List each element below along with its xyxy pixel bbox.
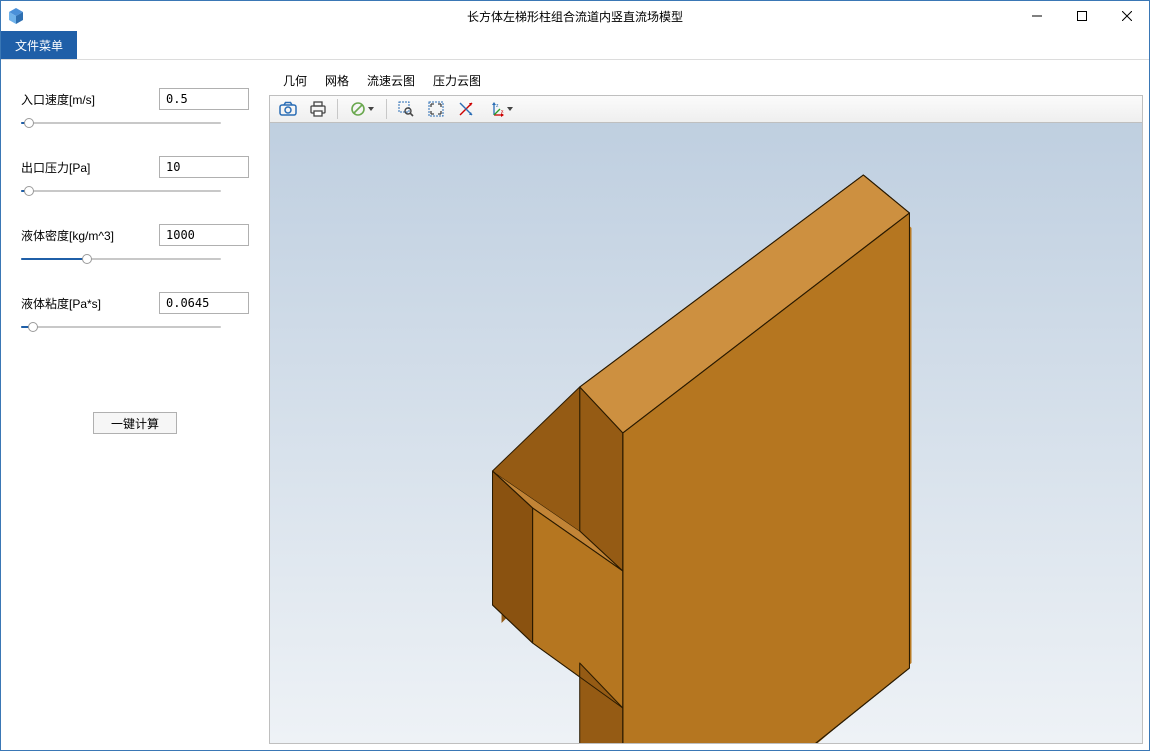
titlebar: 长方体左梯形柱组合流道内竖直流场模型 xyxy=(1,1,1149,31)
param-label: 液体粘度[Pa*s] xyxy=(21,295,101,312)
param-row-inlet-velocity: 入口速度[m/s] xyxy=(21,88,249,110)
window-title: 长方体左梯形柱组合流道内竖直流场模型 xyxy=(1,8,1149,25)
inlet-velocity-slider[interactable] xyxy=(21,116,249,130)
outlet-pressure-input[interactable] xyxy=(159,156,249,178)
viscosity-input[interactable] xyxy=(159,292,249,314)
window-controls xyxy=(1014,1,1149,31)
camera-icon[interactable] xyxy=(274,97,302,121)
zoom-extents-icon[interactable] xyxy=(422,97,450,121)
viewport-3d[interactable]: z y x xyxy=(269,123,1143,744)
sidebar: 入口速度[m/s] 出口压力[Pa] 液体密度[kg/m^3] xyxy=(1,60,269,750)
density-slider[interactable] xyxy=(21,252,249,266)
param-label: 液体密度[kg/m^3] xyxy=(21,227,114,244)
outlet-pressure-slider[interactable] xyxy=(21,184,249,198)
menubar: 文件菜单 xyxy=(1,31,1149,59)
disable-icon[interactable] xyxy=(343,97,381,121)
svg-text:x: x xyxy=(501,109,504,115)
tab-mesh[interactable]: 网格 xyxy=(323,70,351,91)
param-label: 出口压力[Pa] xyxy=(21,159,90,176)
content: 几何 网格 流速云图 压力云图 xyxy=(269,60,1149,750)
toolbar-divider xyxy=(337,99,338,119)
view-tabs: 几何 网格 流速云图 压力云图 xyxy=(269,64,1143,95)
param-row-density: 液体密度[kg/m^3] xyxy=(21,224,249,246)
viscosity-slider[interactable] xyxy=(21,320,249,334)
minimize-button[interactable] xyxy=(1014,1,1059,31)
svg-text:z: z xyxy=(496,103,499,109)
chevron-down-icon xyxy=(507,107,513,111)
axes-icon[interactable]: z x xyxy=(482,97,520,121)
zoom-window-icon[interactable] xyxy=(392,97,420,121)
tab-pressure-cloud[interactable]: 压力云图 xyxy=(431,70,483,91)
param-row-outlet-pressure: 出口压力[Pa] xyxy=(21,156,249,178)
viewer-toolbar: z x xyxy=(269,95,1143,123)
model-geometry xyxy=(270,123,1142,743)
main: 入口速度[m/s] 出口压力[Pa] 液体密度[kg/m^3] xyxy=(1,59,1149,750)
compute-button[interactable]: 一键计算 xyxy=(93,412,177,434)
file-menu[interactable]: 文件菜单 xyxy=(1,31,77,59)
maximize-button[interactable] xyxy=(1059,1,1104,31)
param-row-viscosity: 液体粘度[Pa*s] xyxy=(21,292,249,314)
print-icon[interactable] xyxy=(304,97,332,121)
chevron-down-icon xyxy=(368,107,374,111)
tab-velocity-cloud[interactable]: 流速云图 xyxy=(365,70,417,91)
tab-geometry[interactable]: 几何 xyxy=(281,70,309,91)
param-label: 入口速度[m/s] xyxy=(21,91,95,108)
toolbar-divider xyxy=(386,99,387,119)
rotate-icon[interactable] xyxy=(452,97,480,121)
close-button[interactable] xyxy=(1104,1,1149,31)
app-icon xyxy=(7,7,25,25)
density-input[interactable] xyxy=(159,224,249,246)
inlet-velocity-input[interactable] xyxy=(159,88,249,110)
